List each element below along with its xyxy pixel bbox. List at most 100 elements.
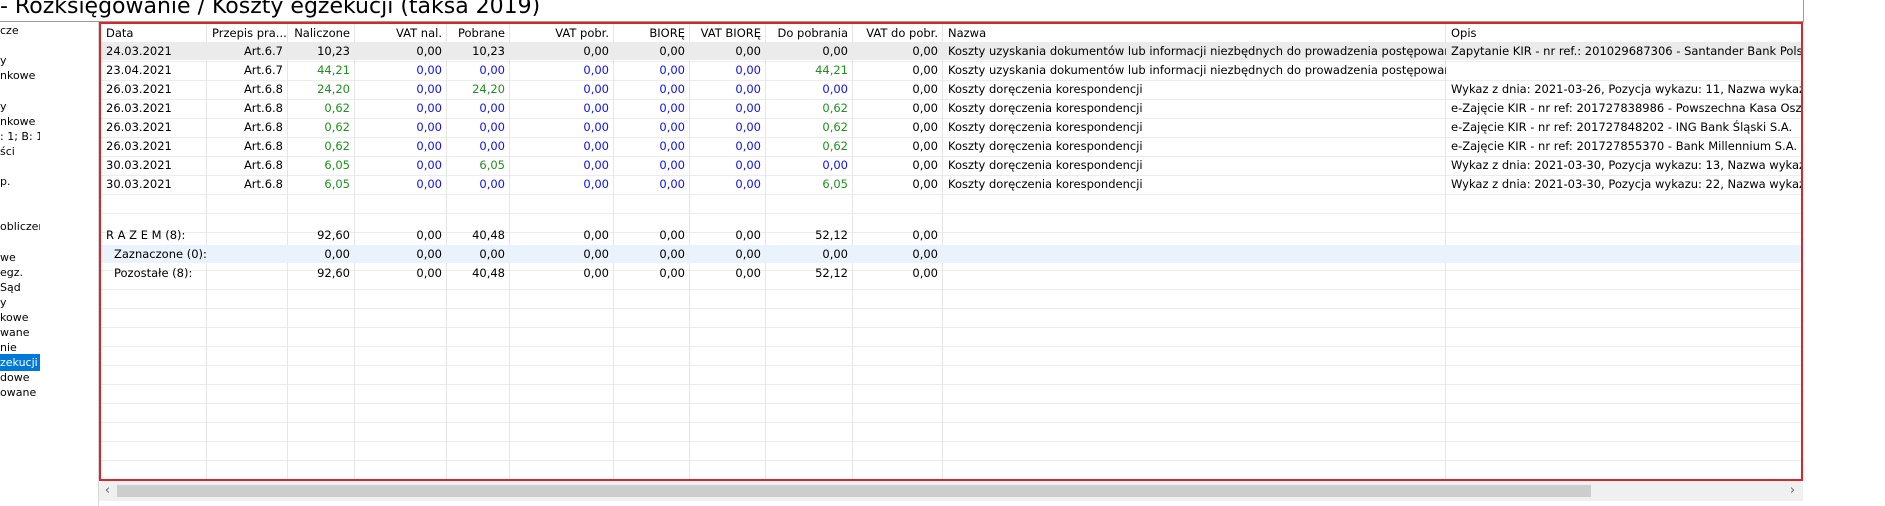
nav-item[interactable] — [0, 233, 40, 250]
summary-to-collect: 52,12 — [815, 266, 848, 280]
cell-provision: Art.6.8 — [243, 139, 283, 153]
column-header-vat-collected[interactable]: VAT pobr. — [510, 24, 614, 42]
cell-name: Koszty doręczenia korespondencji — [948, 120, 1143, 134]
cell-date: 26.03.2021 — [106, 120, 172, 134]
scroll-right-icon[interactable]: › — [1784, 482, 1801, 500]
cell-collected: 10,23 — [472, 44, 505, 58]
summary-take: 0,00 — [659, 228, 685, 242]
cell-name: Koszty uzyskania dokumentów lub informac… — [948, 44, 1446, 58]
cell-to-collect: 0,62 — [822, 101, 848, 115]
cell-vat-take: 0,00 — [735, 63, 761, 77]
column-header-take[interactable]: BIORĘ — [614, 24, 690, 42]
scrollbar-thumb[interactable] — [117, 485, 1591, 497]
cell-take: 0,00 — [659, 44, 685, 58]
cell-name: Koszty doręczenia korespondencji — [948, 158, 1143, 172]
cell-charged: 0,62 — [324, 101, 350, 115]
summary-charged: 92,60 — [317, 266, 350, 280]
cell-vat-to-collect: 0,00 — [912, 158, 938, 172]
summary-vat-charged: 0,00 — [416, 247, 442, 261]
column-header-to-collect[interactable]: Do pobrania — [766, 24, 853, 42]
cell-date: 26.03.2021 — [106, 139, 172, 153]
cell-provision: Art.6.7 — [243, 63, 283, 77]
cell-collected: 24,20 — [472, 82, 505, 96]
grid-line — [101, 460, 1801, 461]
summary-vat-to-collect: 0,00 — [912, 247, 938, 261]
cell-vat-take: 0,00 — [735, 158, 761, 172]
cell-take: 0,00 — [659, 82, 685, 96]
column-header-vat-to-collect[interactable]: VAT do pobr. — [853, 24, 943, 42]
cell-vat-collected: 0,00 — [583, 82, 609, 96]
nav-item[interactable] — [0, 82, 40, 99]
summary-take: 0,00 — [659, 266, 685, 280]
summary-vat-take: 0,00 — [735, 228, 761, 242]
cell-to-collect: 44,21 — [815, 63, 848, 77]
cell-vat-charged: 0,00 — [416, 63, 442, 77]
column-header-date[interactable]: Data — [101, 24, 207, 42]
cell-take: 0,00 — [659, 63, 685, 77]
cell-provision: Art.6.8 — [243, 120, 283, 134]
cell-vat-collected: 0,00 — [583, 44, 609, 58]
cell-charged: 0,62 — [324, 139, 350, 153]
cell-vat-charged: 0,00 — [416, 44, 442, 58]
summary-vat-charged: 0,00 — [416, 228, 442, 242]
cell-name: Koszty uzyskania dokumentów lub informac… — [948, 63, 1446, 77]
cell-vat-to-collect: 0,00 — [912, 63, 938, 77]
cell-date: 30.03.2021 — [106, 158, 172, 172]
table-row[interactable]: 26.03.2021 Art.6.8 0,62 0,00 0,00 0,00 0,00 0,0… — [101, 118, 1801, 137]
cell-vat-to-collect: 0,00 — [912, 177, 938, 191]
cell-provision: Art.6.8 — [243, 101, 283, 115]
cell-to-collect: 0,00 — [822, 44, 848, 58]
column-header-provision[interactable]: Przepis pra... — [207, 24, 288, 42]
table-row[interactable]: 26.03.2021 Art.6.8 0,62 0,00 0,00 0,00 0,00 0,0… — [101, 137, 1801, 156]
summary-collected: 40,48 — [472, 266, 505, 280]
column-header-collected[interactable]: Pobrane — [447, 24, 510, 42]
grid-line — [101, 384, 1801, 385]
summary-take: 0,00 — [659, 247, 685, 261]
cell-take: 0,00 — [659, 139, 685, 153]
column-header-description[interactable]: Opis — [1446, 24, 1801, 42]
cell-vat-take: 0,00 — [735, 120, 761, 134]
summary-row: Zaznaczone (0): 0,00 0,00 0,00 0,00 0,00 0,00 0… — [101, 245, 1801, 264]
column-header-name[interactable]: Nazwa — [943, 24, 1446, 42]
cell-description: e-Zajęcie KIR - nr ref: 201727848202 - I… — [1451, 120, 1793, 134]
cell-description: Wykaz z dnia: 2021-03-30, Pozycja wykazu… — [1451, 177, 1801, 191]
nav-item[interactable]: owane — [0, 384, 40, 401]
cell-take: 0,00 — [659, 120, 685, 134]
window-title-bar: - Rozksięgowanie / Koszty egzekucji (tak… — [0, 0, 1804, 22]
cell-vat-collected: 0,00 — [583, 139, 609, 153]
cell-vat-charged: 0,00 — [416, 120, 442, 134]
table-row[interactable]: 30.03.2021 Art.6.8 6,05 0,00 0,00 0,00 0,00 0,0… — [101, 175, 1801, 194]
column-header-charged[interactable]: Naliczone — [288, 24, 355, 42]
grid-line — [101, 422, 1801, 423]
horizontal-scrollbar[interactable]: ‹ › — [99, 481, 1803, 501]
cell-vat-take: 0,00 — [735, 82, 761, 96]
grid-line — [101, 365, 1801, 366]
cell-vat-take: 0,00 — [735, 101, 761, 115]
cell-charged: 6,05 — [324, 158, 350, 172]
cell-charged: 0,62 — [324, 120, 350, 134]
cell-vat-collected: 0,00 — [583, 177, 609, 191]
summary-collected: 0,00 — [479, 247, 505, 261]
cell-take: 0,00 — [659, 177, 685, 191]
cell-provision: Art.6.8 — [243, 82, 283, 96]
cell-vat-collected: 0,00 — [583, 158, 609, 172]
summary-vat-charged: 0,00 — [416, 266, 442, 280]
cell-vat-collected: 0,00 — [583, 63, 609, 77]
column-header-vat-charged[interactable]: VAT nal. — [355, 24, 447, 42]
summary-vat-collected: 0,00 — [583, 247, 609, 261]
table-row[interactable]: 24.03.2021 Art.6.7 10,23 0,00 10,23 0,00 0,00 0… — [101, 42, 1801, 61]
grid-line — [101, 346, 1801, 347]
grid-line — [101, 327, 1801, 328]
cell-to-collect: 0,00 — [822, 158, 848, 172]
cell-to-collect: 0,00 — [822, 82, 848, 96]
scroll-left-icon[interactable]: ‹ — [99, 482, 116, 500]
table-row[interactable]: 26.03.2021 Art.6.8 24,20 0,00 24,20 0,00 0,00 0… — [101, 80, 1801, 99]
window-title: - Rozksięgowanie / Koszty egzekucji (tak… — [0, 0, 541, 19]
cell-vat-charged: 0,00 — [416, 177, 442, 191]
column-header-vat-take[interactable]: VAT BIORĘ — [690, 24, 766, 42]
cell-provision: Art.6.7 — [243, 44, 283, 58]
table-row[interactable]: 23.04.2021 Art.6.7 44,21 0,00 0,00 0,00 0,00 0,… — [101, 61, 1801, 80]
table-row[interactable]: 26.03.2021 Art.6.8 0,62 0,00 0,00 0,00 0,00 0,0… — [101, 99, 1801, 118]
summary-row: R A Z E M (8): 92,60 0,00 40,48 0,00 0,00 0,00… — [101, 226, 1801, 245]
table-row[interactable]: 30.03.2021 Art.6.8 6,05 0,00 6,05 0,00 0,00 0,0… — [101, 156, 1801, 175]
